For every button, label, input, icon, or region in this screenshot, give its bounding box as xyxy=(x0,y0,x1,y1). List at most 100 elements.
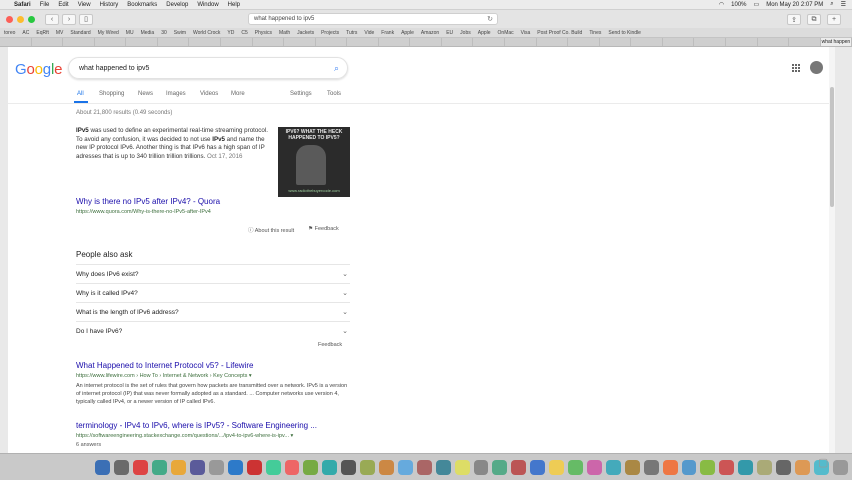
browser-tab[interactable] xyxy=(758,38,790,46)
dock-app-icon[interactable] xyxy=(435,459,451,475)
browser-tab[interactable] xyxy=(189,38,221,46)
dock-app-icon[interactable] xyxy=(189,459,205,475)
dock-app-icon[interactable] xyxy=(303,459,319,475)
dock-app-icon[interactable] xyxy=(265,459,281,475)
dock-app-icon[interactable] xyxy=(643,459,659,475)
bookmark-item[interactable]: EqRft xyxy=(36,30,49,36)
dock-app-icon[interactable] xyxy=(794,459,810,475)
bookmark-item[interactable]: Standard xyxy=(70,30,90,36)
dock-app-icon[interactable] xyxy=(681,459,697,475)
bookmark-item[interactable]: YD xyxy=(227,30,234,36)
battery-icon[interactable]: ▭ xyxy=(754,1,760,8)
menu-develop[interactable]: Develop xyxy=(166,2,188,8)
menu-view[interactable]: View xyxy=(78,2,91,8)
sidebar-icon[interactable]: ▯ xyxy=(79,13,93,25)
bookmark-item[interactable]: My Wired xyxy=(98,30,119,36)
bookmark-item[interactable]: Frank xyxy=(381,30,394,36)
avatar[interactable] xyxy=(810,61,823,74)
browser-tab[interactable] xyxy=(600,38,632,46)
about-this-result-link[interactable]: ⓘ About this result xyxy=(248,226,294,234)
browser-tab[interactable] xyxy=(694,38,726,46)
dock-app-icon[interactable] xyxy=(246,459,262,475)
browser-tab[interactable] xyxy=(347,38,379,46)
menu-edit[interactable]: Edit xyxy=(58,2,68,8)
browser-tab[interactable]: what happen xyxy=(820,38,852,46)
browser-tab[interactable] xyxy=(631,38,663,46)
menu-bookmarks[interactable]: Bookmarks xyxy=(127,2,157,8)
dock-app-icon[interactable] xyxy=(133,459,149,475)
bookmark-item[interactable]: MU xyxy=(126,30,134,36)
browser-tab[interactable] xyxy=(537,38,569,46)
paa-question[interactable]: What is the length of IPv6 address? ⌄ xyxy=(76,302,350,321)
page-scrollbar[interactable] xyxy=(829,47,835,453)
dock-app-icon[interactable] xyxy=(568,459,584,475)
browser-tab[interactable] xyxy=(126,38,158,46)
browser-tab[interactable] xyxy=(379,38,411,46)
bookmark-item[interactable]: Post Proof Co. Build xyxy=(537,30,582,36)
browser-tab[interactable] xyxy=(0,38,32,46)
dock-app-icon[interactable] xyxy=(605,459,621,475)
dock-app-icon[interactable] xyxy=(757,459,773,475)
browser-tab[interactable] xyxy=(95,38,127,46)
menu-help[interactable]: Help xyxy=(228,2,240,8)
bookmark-item[interactable]: Jackets xyxy=(297,30,314,36)
browser-tab[interactable] xyxy=(442,38,474,46)
bookmark-item[interactable]: 30 xyxy=(161,30,167,36)
close-window-button[interactable] xyxy=(6,15,13,23)
browser-tab[interactable] xyxy=(663,38,695,46)
spotlight-icon[interactable]: ⌕ xyxy=(830,1,833,8)
dock-app-icon[interactable] xyxy=(832,459,848,475)
dock-app-icon[interactable] xyxy=(114,459,130,475)
address-bar[interactable]: what happened to ipv5 ↻ xyxy=(248,13,498,25)
browser-tab[interactable] xyxy=(63,38,95,46)
tools-link[interactable]: Tools xyxy=(327,91,341,97)
snippet-image[interactable]: IPV6? WHAT THE HECK HAPPENED TO IPV5? ww… xyxy=(278,127,350,197)
menubar-clock[interactable]: Mon May 20 2:07 PM xyxy=(766,2,823,8)
reload-icon[interactable]: ↻ xyxy=(487,15,493,23)
browser-tab[interactable] xyxy=(505,38,537,46)
tab-more[interactable]: More xyxy=(231,91,245,97)
show-tabs-icon[interactable]: ⧉ xyxy=(807,14,821,25)
result-url[interactable]: https://www.lifewire.com › How To › Inte… xyxy=(76,373,252,379)
menu-history[interactable]: History xyxy=(100,2,119,8)
bookmark-item[interactable]: Projects xyxy=(321,30,339,36)
bookmark-item[interactable]: Send to Kindle xyxy=(608,30,641,36)
forward-button[interactable]: › xyxy=(62,13,76,25)
tab-news[interactable]: News xyxy=(138,91,153,97)
dock-app-icon[interactable] xyxy=(95,459,111,475)
dock-app-icon[interactable] xyxy=(662,459,678,475)
dock-app-icon[interactable] xyxy=(341,459,357,475)
bookmark-item[interactable]: MV xyxy=(56,30,64,36)
bookmark-item[interactable]: EU xyxy=(446,30,453,36)
browser-tab[interactable] xyxy=(410,38,442,46)
notification-center-icon[interactable]: ☰ xyxy=(841,1,846,8)
bookmark-item[interactable]: OnMac xyxy=(498,30,514,36)
paa-feedback-link[interactable]: Feedback xyxy=(318,342,342,348)
browser-tab[interactable] xyxy=(158,38,190,46)
dock-app-icon[interactable] xyxy=(416,459,432,475)
snippet-source-url[interactable]: https://www.quora.com/Why-is-there-no-IP… xyxy=(76,209,211,215)
bookmark-item[interactable]: Amazon xyxy=(421,30,439,36)
search-icon[interactable]: ⌕ xyxy=(334,63,339,74)
dock-app-icon[interactable] xyxy=(208,459,224,475)
bookmark-item[interactable]: Math xyxy=(279,30,290,36)
bookmark-item[interactable]: Visa xyxy=(521,30,531,36)
zoom-window-button[interactable] xyxy=(28,15,35,23)
battery-percent[interactable]: 100% xyxy=(731,2,746,8)
dock-app-icon[interactable] xyxy=(511,459,527,475)
bookmark-item[interactable]: Vide xyxy=(364,30,374,36)
dock-app-icon[interactable] xyxy=(700,459,716,475)
browser-tab[interactable] xyxy=(253,38,285,46)
menu-app-name[interactable]: Safari xyxy=(14,2,31,8)
browser-tab[interactable] xyxy=(726,38,758,46)
dock-app-icon[interactable] xyxy=(587,459,602,475)
dock-app-icon[interactable] xyxy=(152,459,168,475)
settings-link[interactable]: Settings xyxy=(290,91,312,97)
dock-app-icon[interactable] xyxy=(624,459,640,475)
dock-app-icon[interactable] xyxy=(360,459,376,475)
dock-app-icon[interactable] xyxy=(284,459,300,475)
dock-app-icon[interactable] xyxy=(719,459,735,475)
paa-question[interactable]: Why is it called IPv4? ⌄ xyxy=(76,283,350,302)
dock-app-icon[interactable] xyxy=(776,459,791,475)
bookmark-item[interactable]: C5 xyxy=(241,30,247,36)
